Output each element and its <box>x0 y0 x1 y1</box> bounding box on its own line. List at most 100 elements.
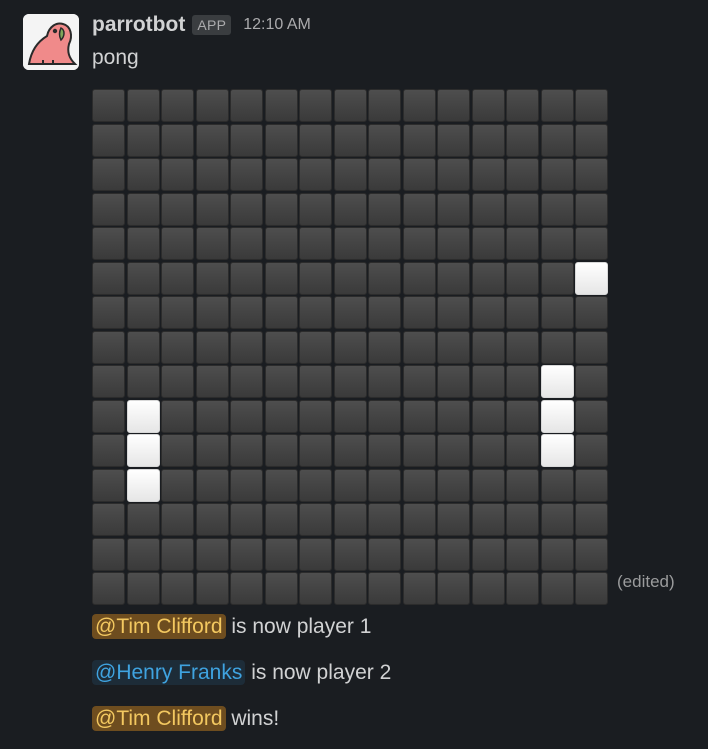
board-cell <box>540 572 574 605</box>
board-cell <box>230 192 263 226</box>
board-cell <box>368 261 401 295</box>
board-cell <box>575 537 608 571</box>
board-cell <box>230 261 263 295</box>
board-cell <box>368 503 401 536</box>
event-text: is now player 1 <box>225 615 372 638</box>
board-cell <box>264 192 298 226</box>
board-cell <box>230 296 263 329</box>
board-cell <box>471 158 505 191</box>
board-cell <box>368 296 401 329</box>
board-cell <box>437 192 470 226</box>
board-cell <box>161 296 194 329</box>
board-cell <box>402 296 436 329</box>
board-cell <box>471 296 505 329</box>
board-cell <box>506 434 539 467</box>
board-cell <box>437 399 470 433</box>
board-cell <box>575 399 608 433</box>
board-cell <box>506 89 539 122</box>
board-cell <box>506 537 539 571</box>
app-badge: APP <box>192 15 232 35</box>
board-cell <box>402 399 436 433</box>
board-cell <box>471 227 505 260</box>
board-cell <box>540 89 574 122</box>
board-cell <box>161 261 194 295</box>
board-cell-lit <box>540 434 574 467</box>
board-cell <box>402 158 436 191</box>
board-cell <box>230 227 263 260</box>
board-cell <box>299 365 332 398</box>
board-cell <box>161 89 194 122</box>
board-cell <box>437 261 470 295</box>
board-cell <box>92 89 125 122</box>
board-cell <box>506 399 539 433</box>
board-cell <box>368 123 401 157</box>
board-cell <box>333 503 367 536</box>
board-cell <box>161 503 194 536</box>
board-cell <box>506 192 539 226</box>
board-cell <box>575 296 608 329</box>
board-cell <box>92 330 125 364</box>
board-cell <box>368 365 401 398</box>
parrot-avatar-icon[interactable] <box>23 14 79 70</box>
board-cell <box>161 537 194 571</box>
board-cell <box>161 434 194 467</box>
username[interactable]: parrotbot <box>92 13 185 37</box>
board-cell <box>299 227 332 260</box>
board-cell <box>575 89 608 122</box>
board-cell <box>575 434 608 467</box>
board-cell <box>92 261 125 295</box>
board-cell <box>195 261 229 295</box>
board-cell <box>161 158 194 191</box>
board-cell <box>471 503 505 536</box>
board-cell <box>299 537 332 571</box>
board-cell <box>402 89 436 122</box>
board-cell <box>540 261 574 295</box>
user-mention[interactable]: @Tim Clifford <box>92 706 226 731</box>
board-cell <box>195 572 229 605</box>
board-cell <box>368 227 401 260</box>
timestamp[interactable]: 12:10 AM <box>243 16 311 34</box>
board-cell <box>368 89 401 122</box>
board-cell <box>92 158 125 191</box>
board-cell <box>506 365 539 398</box>
board-cell <box>540 330 574 364</box>
board-cell <box>333 434 367 467</box>
board-cell <box>437 330 470 364</box>
board-cell <box>195 537 229 571</box>
board-cell <box>126 296 160 329</box>
board-cell <box>195 399 229 433</box>
board-cell <box>161 123 194 157</box>
board-cell <box>92 227 125 260</box>
board-cell-lit <box>575 261 608 295</box>
user-mention[interactable]: @Tim Clifford <box>92 614 226 639</box>
board-cell <box>230 89 263 122</box>
board-cell <box>126 261 160 295</box>
board-cell <box>333 89 367 122</box>
board-cell <box>471 468 505 502</box>
board-cell <box>471 89 505 122</box>
board-cell <box>333 365 367 398</box>
board-cell <box>471 537 505 571</box>
board-cell <box>299 158 332 191</box>
board-cell <box>299 468 332 502</box>
board-cell <box>506 468 539 502</box>
board-cell <box>299 261 332 295</box>
board-cell <box>368 192 401 226</box>
board-cell <box>437 434 470 467</box>
board-cell <box>333 261 367 295</box>
board-cell <box>402 330 436 364</box>
board-cell <box>195 123 229 157</box>
board-cell <box>126 330 160 364</box>
message: parrotbot APP 12:10 AM pong (edited) @Ti… <box>0 0 708 749</box>
board-cell <box>437 537 470 571</box>
user-mention[interactable]: @Henry Franks <box>92 660 246 685</box>
board-cell <box>264 158 298 191</box>
board-cell <box>575 158 608 191</box>
board-cell <box>161 192 194 226</box>
board-cell <box>92 296 125 329</box>
board-cell <box>506 503 539 536</box>
board-cell <box>161 468 194 502</box>
board-cell <box>264 572 298 605</box>
board-cell <box>161 227 194 260</box>
board-cell <box>368 158 401 191</box>
